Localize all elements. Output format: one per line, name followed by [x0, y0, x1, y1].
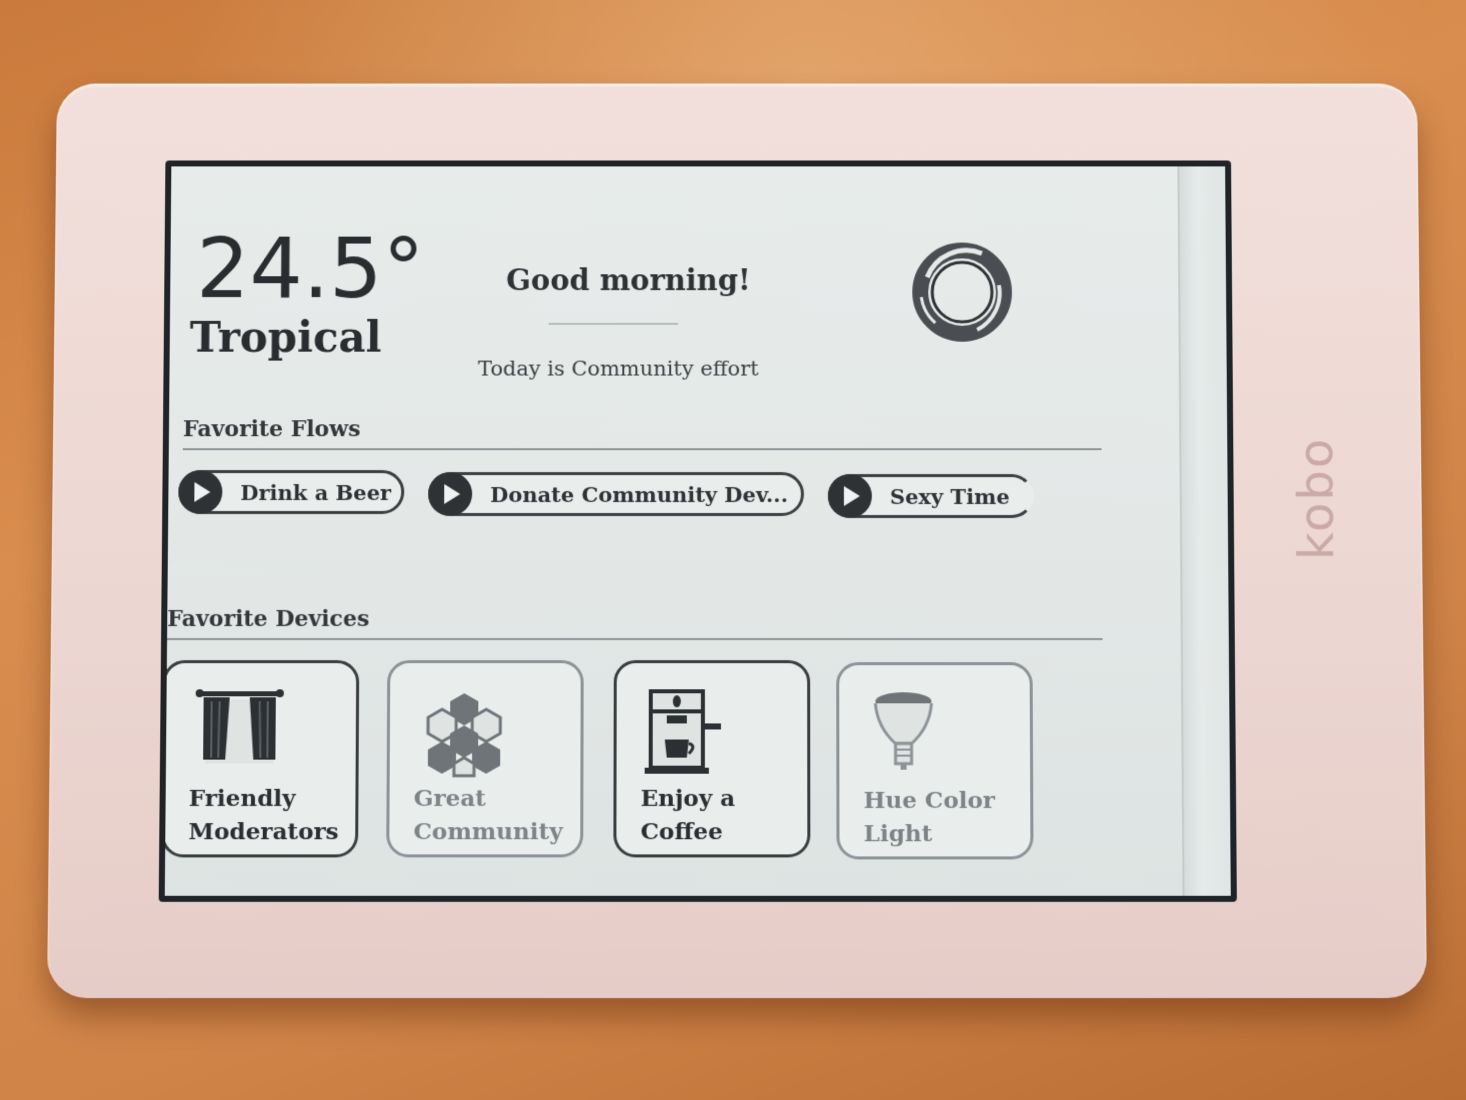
greeting-divider: [548, 322, 679, 325]
brand-logo: kobo: [1288, 436, 1346, 560]
play-icon: [827, 474, 872, 519]
flow-sexy-time[interactable]: Sexy Time: [827, 474, 1034, 519]
device-label-line2: Light: [863, 820, 933, 848]
device-label: Great Community: [413, 782, 574, 849]
play-icon: [178, 470, 223, 515]
device-label-line2: Moderators: [188, 818, 339, 846]
device-label-line1: Friendly: [188, 784, 296, 813]
device-tile-coffee[interactable]: Enjoy a Coffee: [613, 660, 811, 858]
flow-label: Sexy Time: [889, 483, 1010, 509]
flow-label: Drink a Beer: [240, 479, 392, 505]
coffee-machine-icon: [641, 687, 721, 778]
e-reader-device: kobo 24.5° Tropical Good morning! Today …: [46, 83, 1428, 999]
today-text: Today is Community effort: [477, 356, 759, 381]
device-label-line1: Great: [413, 784, 486, 813]
flow-drink-a-beer[interactable]: Drink a Beer: [178, 470, 405, 515]
device-label: Enjoy a Coffee: [641, 782, 802, 849]
device-label-line1: Hue Color: [863, 786, 996, 815]
light-bulb-icon: [863, 692, 964, 770]
device-tile-nanoleaf[interactable]: Great Community: [386, 660, 584, 858]
device-label: Friendly Moderators: [188, 782, 349, 849]
dashboard-screen: 24.5° Tropical Good morning! Today is Co…: [158, 160, 1237, 902]
screen-edge: [1177, 166, 1231, 896]
flow-donate-community[interactable]: Donate Community Dev...: [428, 472, 804, 517]
climate-label: Tropical: [189, 312, 382, 362]
device-label-line2: Coffee: [640, 818, 723, 846]
device-label-line2: Community: [413, 818, 563, 846]
device-tile-curtains[interactable]: Friendly Moderators: [161, 660, 360, 858]
devices-divider: [167, 638, 1103, 641]
devices-title: Favorite Devices: [167, 606, 370, 633]
temperature-readout: 24.5°: [195, 219, 425, 317]
greeting-text: Good morning!: [506, 263, 751, 298]
flows-title: Favorite Flows: [182, 416, 361, 443]
nanoleaf-icon: [414, 693, 515, 778]
flow-label: Donate Community Dev...: [490, 481, 788, 507]
homey-logo-icon: [907, 238, 1017, 347]
curtains-icon: [195, 689, 284, 764]
play-icon: [428, 472, 473, 517]
device-label-line1: Enjoy a: [640, 784, 736, 813]
device-tile-hue-light[interactable]: Hue Color Light: [836, 662, 1034, 860]
flows-divider: [182, 448, 1102, 451]
device-label: Hue Color Light: [863, 784, 1024, 851]
